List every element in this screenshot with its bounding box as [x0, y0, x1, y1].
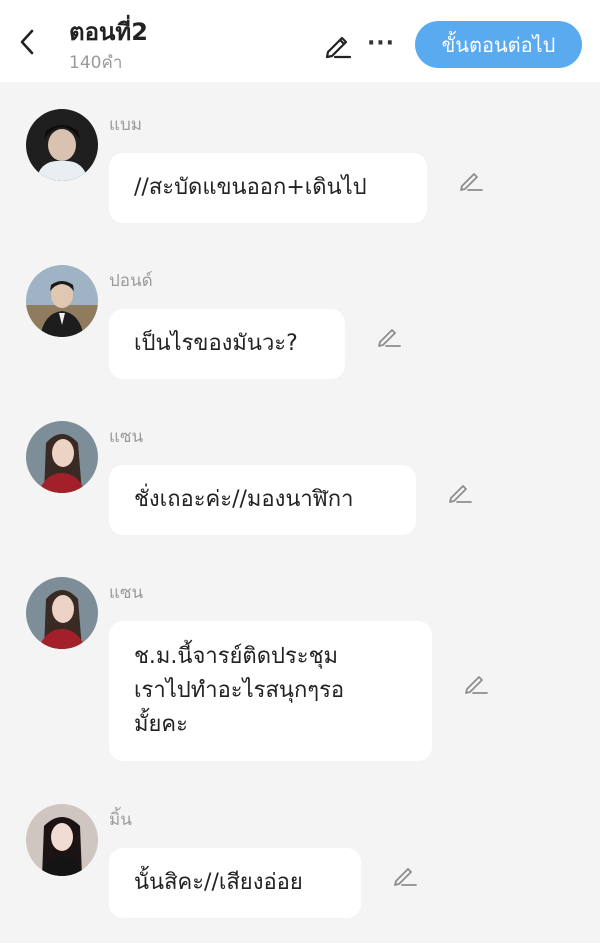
- edit-title-button[interactable]: [320, 28, 356, 62]
- message-bubble[interactable]: ชั่งเถอะค่ะ//มองนาฬิกา: [109, 465, 416, 535]
- pencil-icon: [465, 676, 488, 694]
- avatar-boy-2: [26, 265, 98, 337]
- sender-name: แซน: [109, 427, 144, 447]
- message-text: เป็นไรของมันวะ?: [134, 331, 298, 356]
- pencil-icon: [449, 485, 472, 503]
- message-text: //สะบัดแขนออก+เดินไป: [134, 175, 367, 200]
- message-text: ช.ม.นี้จารย์ติดประชุม เราไปทำอะไรสนุกๆรอ…: [134, 644, 345, 737]
- word-count: 140คำ: [69, 53, 123, 73]
- avatar-girl-red: [26, 421, 98, 493]
- message-bubble[interactable]: //สะบัดแขนออก+เดินไป: [109, 153, 427, 223]
- message-bubble[interactable]: นั้นสิคะ//เสียงอ่อย: [109, 848, 361, 918]
- back-button[interactable]: [10, 22, 44, 62]
- page-title: ตอนที่2: [69, 18, 148, 46]
- pencil-icon: [394, 868, 417, 886]
- next-step-button[interactable]: ขั้นตอนต่อไป: [415, 21, 582, 68]
- avatar[interactable]: [26, 265, 98, 337]
- message-bubble[interactable]: ช.ม.นี้จารย์ติดประชุม เราไปทำอะไรสนุกๆรอ…: [109, 621, 432, 761]
- avatar[interactable]: [26, 421, 98, 493]
- avatar[interactable]: [26, 577, 98, 649]
- chevron-left-icon: [20, 29, 34, 55]
- edit-message-button[interactable]: [388, 858, 422, 892]
- top-bar: ตอนที่2 140คำ ··· ขั้นตอนต่อไป: [0, 0, 600, 82]
- sender-name: มิ้น: [109, 810, 132, 830]
- edit-message-button[interactable]: [459, 666, 493, 700]
- sender-name: ปอนด์: [109, 271, 153, 291]
- more-options-button[interactable]: ···: [364, 26, 398, 60]
- pencil-icon: [325, 36, 352, 59]
- pencil-icon: [460, 173, 483, 191]
- avatar-girl-red: [26, 577, 98, 649]
- message-bubble[interactable]: เป็นไรของมันวะ?: [109, 309, 345, 379]
- sender-name: แบม: [109, 115, 142, 135]
- avatar[interactable]: [26, 804, 98, 876]
- avatar-girl-dark: [26, 804, 98, 876]
- message-text: ชั่งเถอะค่ะ//มองนาฬิกา: [134, 487, 354, 512]
- edit-message-button[interactable]: [454, 163, 488, 197]
- sender-name: แซน: [109, 583, 144, 603]
- avatar[interactable]: [26, 109, 98, 181]
- edit-message-button[interactable]: [372, 319, 406, 353]
- message-text: นั้นสิคะ//เสียงอ่อย: [134, 870, 303, 895]
- avatar-boy-1: [26, 109, 98, 181]
- pencil-icon: [378, 329, 401, 347]
- edit-message-button[interactable]: [443, 475, 477, 509]
